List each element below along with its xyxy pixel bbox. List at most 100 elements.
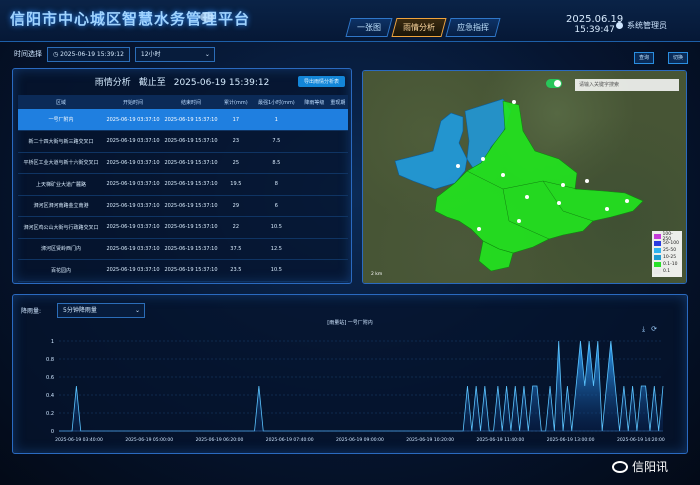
table-cell bbox=[301, 238, 328, 260]
legend-item: 50-100 bbox=[654, 240, 680, 247]
table-cell: 2025-06-19 03:37:10 bbox=[104, 195, 162, 217]
table-cell bbox=[301, 130, 328, 153]
legend-swatch bbox=[654, 248, 661, 253]
table-cell bbox=[301, 259, 328, 282]
table-cell: 8 bbox=[251, 173, 302, 196]
table-cell: 12.5 bbox=[251, 238, 302, 260]
table-cell: 23 bbox=[220, 130, 252, 153]
legend-label: 50-100 bbox=[663, 241, 679, 246]
query-button[interactable]: 查询 bbox=[634, 52, 654, 64]
table-cell: 23.5 bbox=[220, 259, 252, 282]
table-row[interactable]: 新二十四大街与新三路交叉口 2025-06-19 03:37:10 2025-06-… bbox=[18, 130, 348, 153]
legend-swatch bbox=[654, 255, 661, 260]
table-cell: 2025-06-19 03:37:10 bbox=[104, 216, 162, 239]
table-cell bbox=[327, 259, 348, 282]
legend-label: 0.1 bbox=[663, 269, 671, 274]
rain-line bbox=[59, 340, 664, 432]
col-start: 开始时间 bbox=[104, 95, 162, 109]
x-tick-label: 2025-06-19 05:00:00 bbox=[125, 437, 173, 443]
table-row[interactable]: 一号厂附内 2025-06-19 03:37:10 2025-06-19 15:37… bbox=[18, 109, 348, 131]
table-cell bbox=[301, 109, 328, 131]
app-title: 信阳市中心城区智慧水务管理平台 bbox=[10, 10, 251, 28]
datetime-picker[interactable]: ◷ 2025-06-19 15:39:12 bbox=[47, 46, 130, 62]
x-tick-label: 2025-06-19 09:00:00 bbox=[336, 437, 384, 443]
legend-label: 10-25 bbox=[663, 255, 677, 260]
table-row[interactable]: 浉河区贤岭西门内 2025-06-19 03:37:10 2025-06-19 15… bbox=[18, 238, 348, 260]
x-tick-label: 2025-06-19 14:20:00 bbox=[617, 437, 665, 443]
region-blue-north bbox=[394, 112, 468, 190]
top-right-buttons: 查询 切换 bbox=[634, 52, 688, 64]
table-cell: 平桥区工业大道与新十六街交叉口 bbox=[18, 152, 104, 174]
table-cell: 2025-06-19 03:37:10 bbox=[104, 152, 162, 174]
table-cell bbox=[301, 173, 328, 196]
table-cell: 浉河区浉河南路金立南港 bbox=[18, 195, 104, 217]
chevron-down-icon: ⌄ bbox=[204, 50, 210, 58]
table-cell: 19.5 bbox=[220, 173, 252, 196]
legend-label: 0.1-10 bbox=[663, 262, 678, 267]
table-cell: 2025-06-19 03:37:10 bbox=[104, 109, 162, 131]
logo-icon bbox=[200, 12, 214, 22]
legend-swatch bbox=[654, 234, 661, 239]
nav-tab-map[interactable]: 一张图 bbox=[345, 18, 393, 37]
legend-label: 100-250 bbox=[662, 231, 673, 242]
table-cell bbox=[327, 130, 348, 153]
table-cell: 2025-06-19 03:37:10 bbox=[104, 130, 162, 153]
table-cell: 17 bbox=[220, 109, 252, 131]
nav-tab-rain-analysis[interactable]: 雨情分析 bbox=[391, 18, 447, 37]
table-cell: 上天梯矿业大道广麓路 bbox=[18, 173, 104, 196]
col-max-hour: 最强1小时(mm) bbox=[251, 95, 302, 109]
layer-toggle[interactable] bbox=[546, 79, 562, 88]
legend-label: 25-50 bbox=[663, 248, 677, 253]
legend-item: 100-250 bbox=[654, 231, 680, 242]
x-tick-label: 2025-06-19 10:20:00 bbox=[406, 437, 454, 443]
table-cell: 25 bbox=[220, 152, 252, 174]
nav-tab-emergency[interactable]: 应急指挥 bbox=[445, 18, 501, 37]
table-cell: 8.5 bbox=[251, 152, 302, 174]
table-cell bbox=[327, 173, 348, 196]
table-row[interactable]: 百花园内 2025-06-19 03:37:10 2025-06-19 15:37:… bbox=[18, 259, 348, 282]
table-row[interactable]: 平桥区工业大道与新十六街交叉口 2025-06-19 03:37:10 2025-0… bbox=[18, 152, 348, 174]
table-cell bbox=[327, 238, 348, 260]
table-row[interactable]: 浉河区鸡公山大街与行政路交叉口 2025-06-19 03:37:10 2025-0… bbox=[18, 216, 348, 239]
table-cell bbox=[327, 195, 348, 217]
rain-table-panel: 雨情分析 截止至 2025-06-19 15:39:12 导出雨情分析表 区域 开始… bbox=[12, 68, 352, 284]
rain-table: 区域 开始时间 结束时间 累计(mm) 最强1小时(mm) 降雨等级 重现期 一… bbox=[18, 95, 348, 282]
rain-map-panel[interactable]: 请输入关键字搜索 100-250 50-100 25-50 10-25 0.1-10 0.… bbox=[362, 70, 687, 284]
table-cell: 22 bbox=[220, 216, 252, 239]
x-tick-label: 2025-06-19 07:40:00 bbox=[266, 437, 314, 443]
col-area: 区域 bbox=[18, 95, 104, 109]
table-cell: 2025-06-19 15:37:10 bbox=[162, 173, 220, 196]
clock: 2025.06.19 15:39:47 bbox=[566, 14, 623, 35]
table-cell: 7.5 bbox=[251, 130, 302, 153]
rain-chart-panel: 降雨量: 5分钟降雨量 ⌄ [雨量站] 一号厂附内 ⤓⟳ 0 0.2 0.4 0.6 0.… bbox=[12, 294, 688, 454]
user-icon bbox=[616, 22, 623, 29]
rain-area bbox=[59, 341, 663, 431]
rain-region-overlay bbox=[394, 98, 644, 272]
export-button[interactable]: 导出雨情分析表 bbox=[297, 76, 345, 87]
map-search-input[interactable]: 请输入关键字搜索 bbox=[575, 79, 679, 91]
table-cell: 新二十四大街与新三路交叉口 bbox=[18, 130, 104, 153]
table-cell: 2025-06-19 15:37:10 bbox=[162, 259, 220, 282]
range-select[interactable]: 12小时 ⌄ bbox=[134, 46, 215, 62]
y-tick-label: 0.4 bbox=[46, 393, 54, 399]
clock-time: 15:39:47 bbox=[574, 25, 615, 35]
table-cell: 2025-06-19 15:37:10 bbox=[162, 238, 220, 260]
legend-item: 25-50 bbox=[654, 247, 680, 254]
table-cell: 一号厂附内 bbox=[18, 109, 104, 131]
table-cell: 2025-06-19 15:37:10 bbox=[162, 152, 220, 174]
user-menu[interactable]: 系统管理员 bbox=[616, 20, 667, 31]
filter-bar: 时间选择 ◷ 2025-06-19 15:39:12 12小时 ⌄ bbox=[14, 45, 215, 63]
clock-date: 2025.06.19 bbox=[566, 14, 624, 25]
switch-button[interactable]: 切换 bbox=[668, 52, 688, 64]
table-row[interactable]: 浉河区浉河南路金立南港 2025-06-19 03:37:10 2025-06-19… bbox=[18, 195, 348, 217]
map-scale: 2 km bbox=[371, 272, 383, 277]
table-cell bbox=[327, 216, 348, 239]
table-cell: 2025-06-19 15:37:10 bbox=[162, 130, 220, 153]
map-legend: 100-250 50-100 25-50 10-25 0.1-10 0.1 bbox=[652, 231, 682, 277]
table-row[interactable]: 上天梯矿业大道广麓路 2025-06-19 03:37:10 2025-06-19 … bbox=[18, 173, 348, 196]
col-level: 降雨等级 bbox=[301, 95, 328, 109]
filter-label: 时间选择 bbox=[14, 50, 42, 58]
main-nav: 一张图 雨情分析 应急指挥 bbox=[345, 18, 501, 37]
table-cell: 2025-06-19 15:37:10 bbox=[162, 216, 220, 239]
app-window: 信阳市中心城区智慧水务管理平台 一张图 雨情分析 应急指挥 2025.06.19… bbox=[0, 0, 700, 485]
